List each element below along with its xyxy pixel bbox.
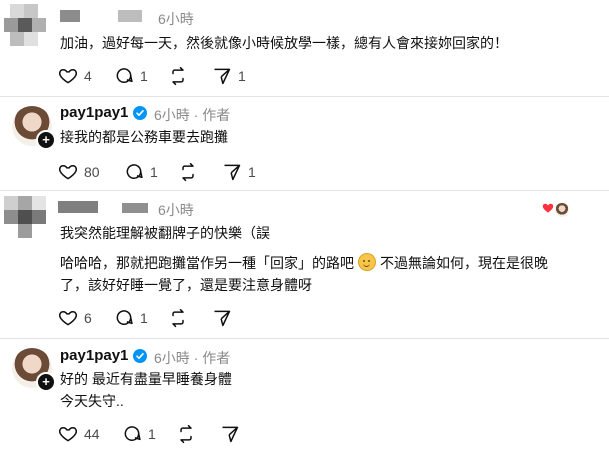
comment-text-line: 我突然能理解被翻牌子的快樂（誤 bbox=[60, 225, 270, 241]
username-redacted[interactable] bbox=[122, 203, 148, 213]
reply-button[interactable]: 1 bbox=[122, 424, 156, 444]
share-button[interactable]: 1 bbox=[212, 66, 246, 86]
avatar[interactable] bbox=[4, 196, 50, 242]
avatar[interactable]: + bbox=[12, 106, 56, 150]
share-button[interactable]: 1 bbox=[222, 162, 256, 182]
comment-text: 加油，過好每一天，然後就像小時候放學一樣，總有人會來接妳回家的！ bbox=[60, 32, 600, 54]
repost-button[interactable] bbox=[176, 424, 196, 444]
share-count: 1 bbox=[248, 164, 256, 180]
repost-button[interactable] bbox=[178, 162, 198, 182]
verified-icon bbox=[133, 349, 147, 363]
comment-time: 6小時 bbox=[158, 202, 194, 218]
reply-icon bbox=[124, 162, 144, 182]
plus-icon[interactable]: + bbox=[36, 130, 56, 150]
divider bbox=[0, 338, 609, 339]
comment-text: 我突然能理解被翻牌子的快樂（誤 bbox=[60, 222, 600, 244]
repost-icon bbox=[168, 308, 188, 328]
share-button[interactable] bbox=[212, 308, 232, 328]
username-redacted[interactable] bbox=[118, 10, 142, 22]
share-icon bbox=[212, 308, 232, 328]
reply-icon bbox=[122, 424, 142, 444]
heart-icon bbox=[58, 308, 78, 328]
verified-icon bbox=[133, 106, 147, 120]
like-count: 44 bbox=[84, 426, 100, 442]
share-count: 1 bbox=[238, 68, 246, 84]
repost-icon bbox=[168, 66, 188, 86]
reply-icon bbox=[114, 308, 134, 328]
author-tag: 作者 bbox=[202, 107, 231, 123]
divider bbox=[0, 190, 609, 191]
like-button[interactable]: 80 bbox=[58, 162, 100, 182]
author-avatar-small bbox=[555, 203, 569, 217]
heart-icon bbox=[58, 66, 78, 86]
comment-text-line: 哈哈哈，那就把跑攤當作另一種「回家」的路吧 bbox=[60, 255, 354, 271]
username-redacted[interactable] bbox=[60, 10, 80, 22]
reply-icon bbox=[114, 66, 134, 86]
share-icon bbox=[222, 162, 242, 182]
repost-icon bbox=[176, 424, 196, 444]
like-count: 6 bbox=[84, 310, 92, 326]
share-icon bbox=[220, 424, 240, 444]
like-button[interactable]: 44 bbox=[58, 424, 100, 444]
separator: · bbox=[193, 107, 199, 123]
comment-text-line: 今天失守.. bbox=[60, 393, 124, 409]
heart-icon bbox=[58, 424, 78, 444]
like-button[interactable]: 4 bbox=[58, 66, 92, 86]
comment-text-line: 接我的都是公務車要去跑攤 bbox=[60, 129, 228, 145]
repost-icon bbox=[178, 162, 198, 182]
liked-by-author-badge bbox=[542, 201, 569, 219]
comment-text: 哈哈哈，那就把跑攤當作另一種「回家」的路吧 不過無論如何，現在是很晚 了，該好好睡… bbox=[60, 252, 605, 296]
comment-text-line: 不過無論如何，現在是很晚 bbox=[380, 255, 548, 271]
separator: · bbox=[193, 350, 199, 366]
username[interactable]: pay1pay1 bbox=[60, 347, 128, 364]
comment-text: 接我的都是公務車要去跑攤 bbox=[60, 126, 600, 148]
like-count: 80 bbox=[84, 164, 100, 180]
divider bbox=[0, 96, 609, 97]
heart-icon bbox=[542, 201, 554, 219]
share-button[interactable] bbox=[220, 424, 240, 444]
repost-button[interactable] bbox=[168, 66, 188, 86]
author-tag: 作者 bbox=[202, 350, 231, 366]
reply-button[interactable]: 1 bbox=[124, 162, 158, 182]
comment-time: 6小時 bbox=[158, 11, 194, 27]
repost-button[interactable] bbox=[168, 308, 188, 328]
comment-text: 好的 最近有盡量早睡養身體 今天失守.. bbox=[60, 368, 600, 412]
avatar[interactable]: + bbox=[12, 348, 56, 392]
like-button[interactable]: 6 bbox=[58, 308, 92, 328]
comment-time: 6小時 bbox=[154, 350, 190, 366]
comment-text-line: 加油，過好每一天，然後就像小時候放學一樣，總有人會來接妳回家的！ bbox=[60, 35, 508, 51]
share-icon bbox=[212, 66, 232, 86]
like-count: 4 bbox=[84, 68, 92, 84]
reply-button[interactable]: 1 bbox=[114, 66, 148, 86]
username[interactable]: pay1pay1 bbox=[60, 104, 128, 121]
reply-button[interactable]: 1 bbox=[114, 308, 148, 328]
reply-count: 1 bbox=[150, 164, 158, 180]
comment-time: 6小時 bbox=[154, 107, 190, 123]
comment-text-line: 了，該好好睡一覺了，還是要注意身體呀 bbox=[60, 277, 312, 293]
avatar[interactable] bbox=[4, 4, 50, 50]
reply-count: 1 bbox=[140, 68, 148, 84]
plus-icon[interactable]: + bbox=[36, 372, 56, 392]
emoji-icon bbox=[358, 253, 376, 271]
reply-count: 1 bbox=[148, 426, 156, 442]
reply-count: 1 bbox=[140, 310, 148, 326]
comment-text-line: 好的 最近有盡量早睡養身體 bbox=[60, 371, 232, 387]
username-redacted[interactable] bbox=[58, 201, 98, 213]
heart-icon bbox=[58, 162, 78, 182]
